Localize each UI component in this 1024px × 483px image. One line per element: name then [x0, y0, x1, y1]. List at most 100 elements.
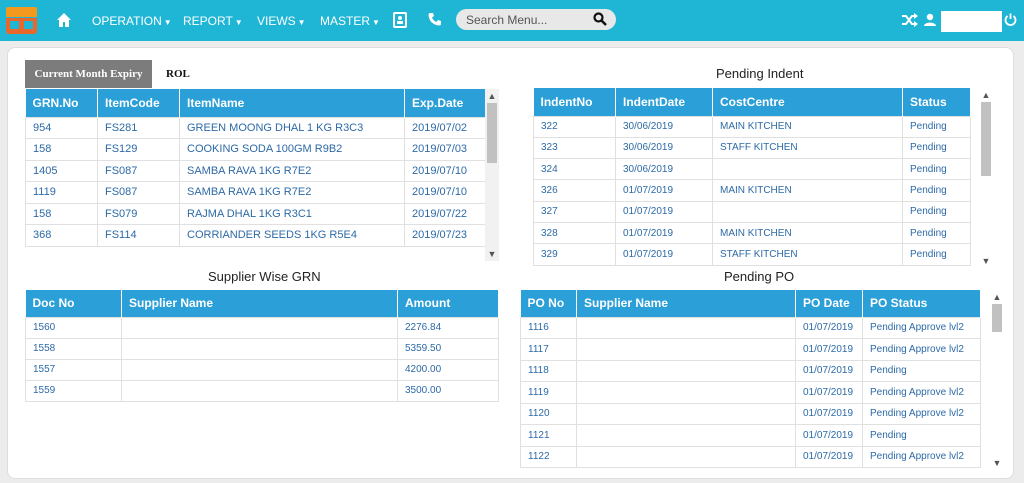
po-row[interactable]: 1116 01/07/2019 Pending Approve lvl2	[520, 316, 981, 339]
grn-row[interactable]: 1560 2276.84	[25, 316, 499, 339]
table-cell: 158	[25, 202, 98, 225]
expiry-row[interactable]: 368 FS114 CORRIANDER SEEDS 1KG R5E4 2019/07…	[25, 224, 486, 247]
pending-po-title: Pending PO	[724, 269, 795, 284]
table-cell: GREEN MOONG DHAL 1 KG R3C3	[179, 116, 405, 139]
expiry-row[interactable]: 1119 FS087 SAMBA RAVA 1KG R7E2 2019/07/10	[25, 181, 486, 204]
column-header[interactable]: Exp.Date	[404, 89, 486, 117]
shuffle-icon[interactable]	[902, 13, 918, 27]
user-name-box[interactable]	[941, 11, 1002, 32]
table-cell: COOKING SODA 100GM R9B2	[179, 138, 405, 161]
table-cell: 3500.00	[397, 379, 499, 402]
search-input[interactable]	[466, 12, 591, 27]
column-header[interactable]: Amount	[397, 290, 499, 317]
indent-row[interactable]: 324 30/06/2019 Pending	[533, 158, 971, 181]
search-box[interactable]	[456, 9, 616, 30]
table-cell	[712, 200, 903, 223]
table-cell	[121, 379, 398, 402]
search-icon[interactable]	[593, 12, 607, 26]
power-icon[interactable]	[1004, 13, 1017, 26]
table-cell: Pending Approve lvl2	[862, 402, 981, 425]
indent-row[interactable]: 326 01/07/2019 MAIN KITCHEN Pending	[533, 179, 971, 202]
column-header[interactable]: IndentDate	[615, 88, 713, 116]
column-header[interactable]: Status	[902, 88, 971, 116]
table-cell: FS129	[97, 138, 180, 161]
table-cell: MAIN KITCHEN	[712, 179, 903, 202]
table-cell	[121, 316, 398, 339]
expiry-row[interactable]: 954 FS281 GREEN MOONG DHAL 1 KG R3C3 2019/0…	[25, 116, 486, 139]
indent-row[interactable]: 328 01/07/2019 MAIN KITCHEN Pending	[533, 221, 971, 245]
indent-row[interactable]: 329 01/07/2019 STAFF KITCHEN Pending	[533, 243, 971, 266]
indent-row[interactable]: 327 01/07/2019 Pending	[533, 200, 971, 223]
scroll-up-icon[interactable]: ▲	[990, 292, 1004, 302]
table-cell: MAIN KITCHEN	[712, 115, 903, 138]
grn-row[interactable]: 1557 4200.00	[25, 358, 499, 381]
table-cell: 01/07/2019	[615, 179, 713, 202]
column-header[interactable]: IndentNo	[533, 88, 616, 116]
nav-master[interactable]: MASTER ▼	[320, 14, 380, 28]
po-row[interactable]: 1121 01/07/2019 Pending	[520, 424, 981, 447]
app-logo[interactable]	[6, 7, 37, 34]
column-header[interactable]: Supplier Name	[121, 290, 398, 317]
expiry-scrollbar[interactable]: ▲ ▼	[485, 89, 499, 261]
table-cell: FS087	[97, 159, 180, 182]
tab-rol[interactable]: ROL	[158, 60, 198, 88]
scrollbar-thumb[interactable]	[992, 304, 1002, 332]
scrollbar-thumb[interactable]	[487, 103, 497, 163]
po-row[interactable]: 1117 01/07/2019 Pending Approve lvl2	[520, 338, 981, 361]
table-cell	[576, 338, 796, 361]
pending-indent-title: Pending Indent	[716, 66, 804, 81]
top-navbar: OPERATION ▼ REPORT ▼ VIEWS ▼ MASTER ▼	[0, 0, 1024, 41]
phone-icon[interactable]	[428, 12, 442, 26]
po-row[interactable]: 1119 01/07/2019 Pending Approve lvl2	[520, 381, 981, 404]
table-cell: 2019/07/10	[404, 181, 486, 204]
table-cell	[576, 359, 796, 382]
address-book-icon[interactable]	[393, 12, 407, 28]
indent-row[interactable]: 323 30/06/2019 STAFF KITCHEN Pending	[533, 136, 971, 160]
expiry-row[interactable]: 1405 FS087 SAMBA RAVA 1KG R7E2 2019/07/10	[25, 159, 486, 182]
table-cell: Pending	[862, 424, 981, 447]
table-cell: 30/06/2019	[615, 115, 713, 138]
user-icon[interactable]	[924, 13, 936, 26]
column-header[interactable]: PO Status	[862, 290, 981, 317]
home-icon[interactable]	[56, 12, 72, 28]
column-header[interactable]: GRN.No	[25, 89, 98, 117]
scroll-down-icon[interactable]: ▼	[990, 458, 1004, 468]
tab-current-month-expiry[interactable]: Current Month Expiry	[25, 60, 152, 88]
grn-row[interactable]: 1559 3500.00	[25, 379, 499, 402]
column-header[interactable]: Supplier Name	[576, 290, 796, 317]
table-cell: 30/06/2019	[615, 136, 713, 160]
po-row[interactable]: 1118 01/07/2019 Pending	[520, 359, 981, 382]
nav-operation[interactable]: OPERATION ▼	[92, 14, 172, 28]
pending-po-table: PO No Supplier Name PO Date PO Status 11…	[520, 290, 981, 468]
table-cell: 1557	[25, 358, 122, 381]
po-row[interactable]: 1122 01/07/2019 Pending Approve lvl2	[520, 445, 981, 468]
scrollbar-thumb[interactable]	[981, 102, 991, 176]
expiry-row[interactable]: 158 FS129 COOKING SODA 100GM R9B2 2019/07/0…	[25, 138, 486, 161]
column-header[interactable]: PO No	[520, 290, 577, 317]
table-cell: 323	[533, 136, 616, 160]
column-header[interactable]: CostCentre	[712, 88, 903, 116]
column-header[interactable]: PO Date	[795, 290, 863, 317]
nav-report[interactable]: REPORT ▼	[183, 14, 243, 28]
column-header[interactable]: ItemName	[179, 89, 405, 117]
po-row[interactable]: 1120 01/07/2019 Pending Approve lvl2	[520, 402, 981, 425]
grn-row[interactable]: 1558 5359.50	[25, 337, 499, 360]
column-header[interactable]: ItemCode	[97, 89, 180, 117]
table-cell: Pending	[902, 158, 971, 181]
pending-indent-table: IndentNo IndentDate CostCentre Status 32…	[533, 88, 971, 266]
scroll-up-icon[interactable]: ▲	[485, 91, 499, 101]
pending-po-scrollbar[interactable]: ▲ ▼	[990, 290, 1004, 470]
table-cell: 1558	[25, 337, 122, 360]
table-cell	[576, 424, 796, 447]
table-cell: 01/07/2019	[615, 200, 713, 223]
column-header[interactable]: Doc No	[25, 290, 122, 317]
scroll-down-icon[interactable]: ▼	[485, 249, 499, 259]
table-cell	[121, 358, 398, 381]
table-cell	[712, 158, 903, 181]
scroll-down-icon[interactable]: ▼	[979, 256, 993, 266]
indent-row[interactable]: 322 30/06/2019 MAIN KITCHEN Pending	[533, 115, 971, 138]
expiry-row[interactable]: 158 FS079 RAJMA DHAL 1KG R3C1 2019/07/22	[25, 202, 486, 225]
nav-views[interactable]: VIEWS ▼	[257, 14, 306, 28]
scroll-up-icon[interactable]: ▲	[979, 90, 993, 100]
pending-indent-scrollbar[interactable]: ▲ ▼	[979, 88, 993, 268]
